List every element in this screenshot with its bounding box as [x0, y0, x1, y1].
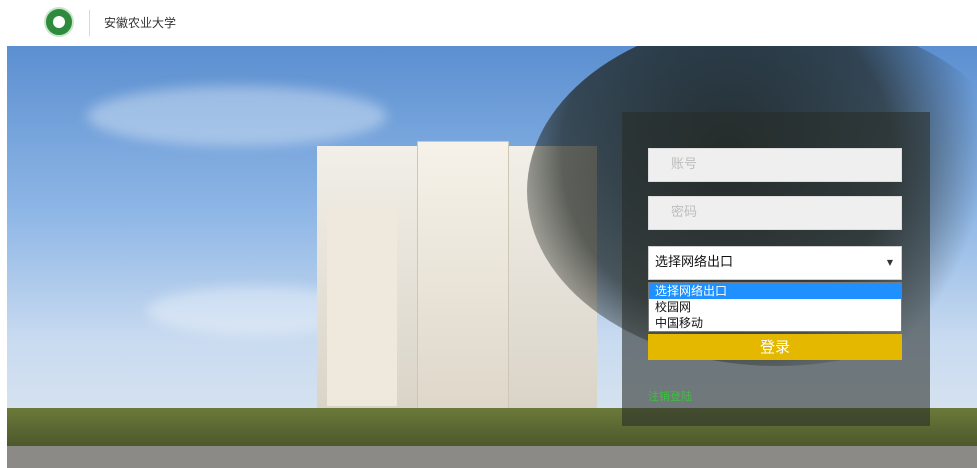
road	[7, 446, 977, 468]
school-name: 安徽农业大学	[104, 16, 177, 30]
university-logo-icon	[44, 7, 74, 37]
header-divider	[89, 10, 90, 36]
select-options-list: 选择网络出口 校园网 中国移动	[648, 282, 902, 332]
building-wing	[327, 206, 397, 406]
option-campus-network[interactable]: 校园网	[649, 299, 901, 315]
logout-link[interactable]: 注销登陆	[648, 388, 692, 404]
building-tower	[417, 141, 509, 433]
top-header: 安徽农业大学	[0, 0, 977, 46]
cloud	[87, 86, 387, 146]
option-china-mobile[interactable]: 中国移动	[649, 315, 901, 331]
network-exit-select[interactable]: 选择网络出口 ▼	[648, 246, 902, 280]
option-select-exit[interactable]: 选择网络出口	[649, 283, 901, 299]
select-value: 选择网络出口	[655, 255, 734, 270]
dropdown-caret-icon: ▼	[886, 258, 893, 267]
login-button[interactable]: 登录	[648, 334, 902, 360]
password-input[interactable]: 密码	[648, 196, 902, 230]
account-input[interactable]: 账号	[648, 148, 902, 182]
